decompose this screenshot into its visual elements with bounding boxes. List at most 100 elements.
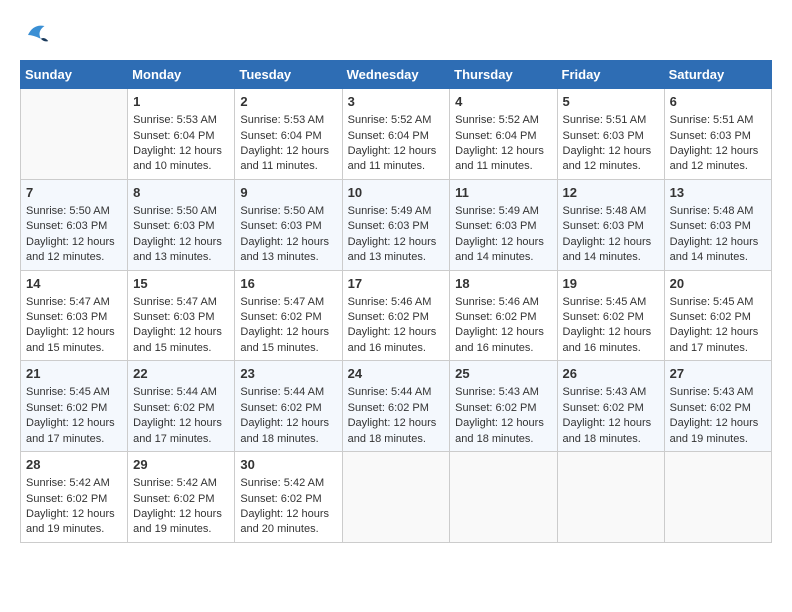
calendar-week-row: 28 Sunrise: 5:42 AM Sunset: 6:02 PM Dayl…: [21, 452, 772, 543]
day-number: 12: [563, 184, 659, 202]
sunrise-text: Sunrise: 5:42 AM: [240, 477, 324, 489]
daylight-text: Daylight: 12 hours and 18 minutes.: [240, 417, 329, 444]
daylight-text: Daylight: 12 hours and 15 minutes.: [240, 326, 329, 353]
day-number: 13: [670, 184, 766, 202]
day-number: 5: [563, 93, 659, 111]
sunrise-text: Sunrise: 5:52 AM: [348, 114, 432, 126]
sunrise-text: Sunrise: 5:52 AM: [455, 114, 539, 126]
daylight-text: Daylight: 12 hours and 17 minutes.: [133, 417, 222, 444]
sunset-text: Sunset: 6:02 PM: [26, 402, 107, 414]
sunrise-text: Sunrise: 5:46 AM: [348, 296, 432, 308]
weekday-header-tuesday: Tuesday: [235, 61, 342, 89]
sunrise-text: Sunrise: 5:50 AM: [240, 205, 324, 217]
weekday-header-saturday: Saturday: [664, 61, 771, 89]
daylight-text: Daylight: 12 hours and 18 minutes.: [563, 417, 652, 444]
sunset-text: Sunset: 6:03 PM: [26, 311, 107, 323]
calendar-cell: 17 Sunrise: 5:46 AM Sunset: 6:02 PM Dayl…: [342, 270, 450, 361]
calendar-table: SundayMondayTuesdayWednesdayThursdayFrid…: [20, 60, 772, 543]
calendar-cell: 18 Sunrise: 5:46 AM Sunset: 6:02 PM Dayl…: [450, 270, 557, 361]
day-number: 26: [563, 365, 659, 383]
sunrise-text: Sunrise: 5:53 AM: [133, 114, 217, 126]
sunrise-text: Sunrise: 5:45 AM: [563, 296, 647, 308]
daylight-text: Daylight: 12 hours and 16 minutes.: [348, 326, 437, 353]
daylight-text: Daylight: 12 hours and 19 minutes.: [26, 508, 115, 535]
daylight-text: Daylight: 12 hours and 12 minutes.: [670, 145, 759, 172]
daylight-text: Daylight: 12 hours and 11 minutes.: [240, 145, 329, 172]
calendar-cell: 30 Sunrise: 5:42 AM Sunset: 6:02 PM Dayl…: [235, 452, 342, 543]
daylight-text: Daylight: 12 hours and 16 minutes.: [455, 326, 544, 353]
sunrise-text: Sunrise: 5:47 AM: [133, 296, 217, 308]
sunrise-text: Sunrise: 5:48 AM: [563, 205, 647, 217]
sunset-text: Sunset: 6:04 PM: [455, 130, 536, 142]
calendar-cell: 9 Sunrise: 5:50 AM Sunset: 6:03 PM Dayli…: [235, 179, 342, 270]
daylight-text: Daylight: 12 hours and 17 minutes.: [670, 326, 759, 353]
sunrise-text: Sunrise: 5:43 AM: [563, 386, 647, 398]
sunrise-text: Sunrise: 5:47 AM: [26, 296, 110, 308]
calendar-cell: 20 Sunrise: 5:45 AM Sunset: 6:02 PM Dayl…: [664, 270, 771, 361]
daylight-text: Daylight: 12 hours and 14 minutes.: [455, 236, 544, 263]
sunset-text: Sunset: 6:03 PM: [670, 130, 751, 142]
sunset-text: Sunset: 6:03 PM: [455, 220, 536, 232]
sunrise-text: Sunrise: 5:51 AM: [670, 114, 754, 126]
sunrise-text: Sunrise: 5:44 AM: [133, 386, 217, 398]
calendar-week-row: 1 Sunrise: 5:53 AM Sunset: 6:04 PM Dayli…: [21, 89, 772, 180]
sunset-text: Sunset: 6:02 PM: [670, 311, 751, 323]
day-number: 2: [240, 93, 336, 111]
daylight-text: Daylight: 12 hours and 18 minutes.: [455, 417, 544, 444]
day-number: 28: [26, 456, 122, 474]
calendar-cell: 25 Sunrise: 5:43 AM Sunset: 6:02 PM Dayl…: [450, 361, 557, 452]
sunrise-text: Sunrise: 5:48 AM: [670, 205, 754, 217]
calendar-header-row: SundayMondayTuesdayWednesdayThursdayFrid…: [21, 61, 772, 89]
day-number: 9: [240, 184, 336, 202]
calendar-week-row: 14 Sunrise: 5:47 AM Sunset: 6:03 PM Dayl…: [21, 270, 772, 361]
calendar-cell: 19 Sunrise: 5:45 AM Sunset: 6:02 PM Dayl…: [557, 270, 664, 361]
daylight-text: Daylight: 12 hours and 14 minutes.: [670, 236, 759, 263]
calendar-cell: [21, 89, 128, 180]
sunset-text: Sunset: 6:02 PM: [563, 402, 644, 414]
sunrise-text: Sunrise: 5:51 AM: [563, 114, 647, 126]
calendar-cell: 6 Sunrise: 5:51 AM Sunset: 6:03 PM Dayli…: [664, 89, 771, 180]
weekday-header-thursday: Thursday: [450, 61, 557, 89]
calendar-cell: [342, 452, 450, 543]
calendar-cell: 15 Sunrise: 5:47 AM Sunset: 6:03 PM Dayl…: [128, 270, 235, 361]
calendar-cell: 24 Sunrise: 5:44 AM Sunset: 6:02 PM Dayl…: [342, 361, 450, 452]
calendar-cell: 5 Sunrise: 5:51 AM Sunset: 6:03 PM Dayli…: [557, 89, 664, 180]
day-number: 16: [240, 275, 336, 293]
calendar-cell: 2 Sunrise: 5:53 AM Sunset: 6:04 PM Dayli…: [235, 89, 342, 180]
calendar-cell: 8 Sunrise: 5:50 AM Sunset: 6:03 PM Dayli…: [128, 179, 235, 270]
sunrise-text: Sunrise: 5:45 AM: [670, 296, 754, 308]
sunset-text: Sunset: 6:02 PM: [133, 493, 214, 505]
daylight-text: Daylight: 12 hours and 19 minutes.: [670, 417, 759, 444]
day-number: 24: [348, 365, 445, 383]
calendar-cell: 23 Sunrise: 5:44 AM Sunset: 6:02 PM Dayl…: [235, 361, 342, 452]
logo: [20, 20, 52, 50]
sunset-text: Sunset: 6:04 PM: [240, 130, 321, 142]
calendar-cell: 29 Sunrise: 5:42 AM Sunset: 6:02 PM Dayl…: [128, 452, 235, 543]
calendar-cell: 3 Sunrise: 5:52 AM Sunset: 6:04 PM Dayli…: [342, 89, 450, 180]
calendar-cell: 7 Sunrise: 5:50 AM Sunset: 6:03 PM Dayli…: [21, 179, 128, 270]
sunset-text: Sunset: 6:02 PM: [455, 311, 536, 323]
calendar-cell: [450, 452, 557, 543]
sunrise-text: Sunrise: 5:50 AM: [26, 205, 110, 217]
sunset-text: Sunset: 6:03 PM: [26, 220, 107, 232]
day-number: 15: [133, 275, 229, 293]
sunset-text: Sunset: 6:03 PM: [133, 311, 214, 323]
day-number: 1: [133, 93, 229, 111]
day-number: 27: [670, 365, 766, 383]
calendar-week-row: 7 Sunrise: 5:50 AM Sunset: 6:03 PM Dayli…: [21, 179, 772, 270]
calendar-cell: 22 Sunrise: 5:44 AM Sunset: 6:02 PM Dayl…: [128, 361, 235, 452]
daylight-text: Daylight: 12 hours and 12 minutes.: [26, 236, 115, 263]
day-number: 22: [133, 365, 229, 383]
sunrise-text: Sunrise: 5:53 AM: [240, 114, 324, 126]
calendar-cell: 13 Sunrise: 5:48 AM Sunset: 6:03 PM Dayl…: [664, 179, 771, 270]
sunrise-text: Sunrise: 5:43 AM: [670, 386, 754, 398]
sunrise-text: Sunrise: 5:44 AM: [348, 386, 432, 398]
day-number: 23: [240, 365, 336, 383]
page-header: [20, 20, 772, 50]
calendar-cell: 14 Sunrise: 5:47 AM Sunset: 6:03 PM Dayl…: [21, 270, 128, 361]
sunrise-text: Sunrise: 5:49 AM: [455, 205, 539, 217]
day-number: 30: [240, 456, 336, 474]
sunset-text: Sunset: 6:02 PM: [240, 402, 321, 414]
daylight-text: Daylight: 12 hours and 15 minutes.: [26, 326, 115, 353]
calendar-cell: [664, 452, 771, 543]
